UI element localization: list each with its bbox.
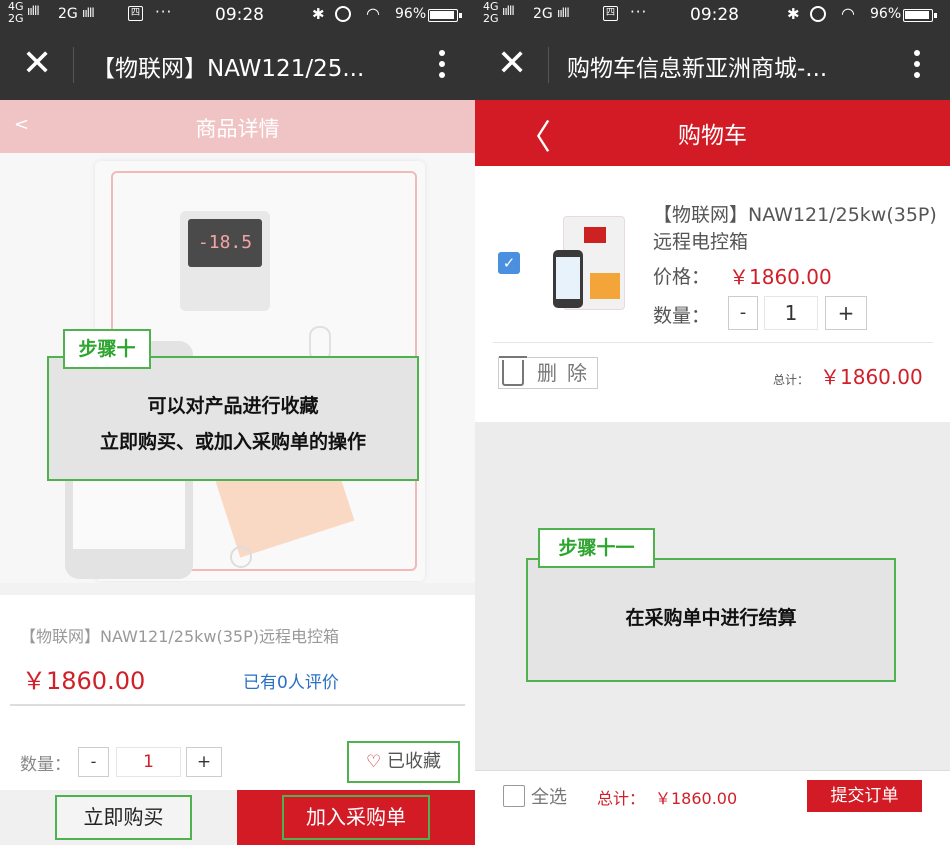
trash-icon xyxy=(499,356,527,386)
info-divider xyxy=(10,704,465,706)
footer-total-label: 总计： xyxy=(597,789,646,808)
app-bar: ✕ 【物联网】NAW121/25... xyxy=(0,30,475,100)
quantity-minus-button[interactable]: - xyxy=(78,747,109,777)
message-icon: 四 xyxy=(128,6,143,21)
app-bar: ✕ 购物车信息新亚洲商城-... xyxy=(475,30,950,100)
section-divider xyxy=(0,583,475,595)
more-icon[interactable] xyxy=(914,50,920,83)
cart-screen: 4G 2G ıılll 2G ıılll 四 ··· 09:28 ✱ ◠ 96% … xyxy=(475,0,950,845)
page-title: 购物车 xyxy=(678,123,747,149)
quantity-plus-button[interactable]: + xyxy=(825,296,867,330)
select-all-checkbox[interactable] xyxy=(503,785,525,807)
cart-item-name[interactable]: 【物联网】NAW121/25kw(35P)远程电控箱 xyxy=(653,202,943,256)
quantity-minus-button[interactable]: - xyxy=(728,296,758,330)
buy-now-button[interactable]: 立即购买 xyxy=(55,795,192,840)
alarm-icon xyxy=(335,6,351,22)
quantity-label: 数量： xyxy=(20,755,71,775)
battery-percent: 96% xyxy=(870,6,902,22)
cart-item: ✓ 【物联网】NAW121/25kw(35P)远程电控箱 价格： ￥1860.0… xyxy=(475,166,950,422)
delete-button[interactable]: 删除 xyxy=(498,356,598,389)
step-10-tag: 步骤十 xyxy=(63,329,151,369)
delete-label: 删除 xyxy=(537,361,597,385)
signal-icon-2: ıılll xyxy=(82,6,95,20)
status-time: 09:28 xyxy=(690,5,739,25)
quantity-input[interactable]: 1 xyxy=(116,747,181,777)
network-type: 4G 2G xyxy=(483,0,499,25)
item-checkbox[interactable]: ✓ xyxy=(498,252,520,274)
product-detail-screen: 4G 2G ıılll 2G ıılll 四 ··· 09:28 ✱ ◠ 96% … xyxy=(0,0,475,845)
quantity-input[interactable]: 1 xyxy=(764,296,818,330)
price-label: 价格： xyxy=(653,266,711,288)
page-title: 商品详情 xyxy=(195,117,280,141)
product-name: 【物联网】NAW121/25kw(35P)远程电控箱 xyxy=(20,627,339,646)
network-type-2: 2G xyxy=(533,6,553,22)
battery-percent: 96% xyxy=(395,6,427,22)
battery-icon xyxy=(903,9,937,22)
select-all-label[interactable]: 全选 xyxy=(531,783,567,809)
status-bar: 4G 2G ıılll 2G ıılll 四 ··· 09:28 ✱ ◠ 96% xyxy=(475,0,950,30)
divider xyxy=(73,47,74,83)
cart-header: 〈 购物车 xyxy=(475,100,950,166)
network-type-2: 2G xyxy=(58,6,78,22)
network-type: 4G 2G xyxy=(8,0,24,25)
close-icon[interactable]: ✕ xyxy=(22,44,52,84)
signal-icon: ıılll xyxy=(502,4,515,18)
step-10-box: 可以对产品进行收藏 立即购买、或加入采购单的操作 xyxy=(47,356,419,481)
favorite-label: 已收藏 xyxy=(386,751,441,772)
close-icon[interactable]: ✕ xyxy=(497,44,527,84)
cart-footer: 全选 总计： ￥1860.00 提交订单 xyxy=(475,770,950,845)
battery-icon xyxy=(428,9,462,22)
bluetooth-icon: ✱ xyxy=(312,5,325,23)
signal-icon: ıılll xyxy=(27,4,40,18)
alarm-icon xyxy=(810,6,826,22)
bluetooth-icon: ✱ xyxy=(787,5,800,23)
item-total-label: 总计： xyxy=(773,373,810,387)
signal-icon-2: ıılll xyxy=(557,6,570,20)
heart-icon: ♡ xyxy=(366,752,382,772)
cabinet-display: -18.5 xyxy=(180,211,270,311)
product-thumbnail[interactable] xyxy=(547,214,632,314)
status-bar: 4G 2G ıılll 2G ıılll 四 ··· 09:28 ✱ ◠ 96% xyxy=(0,0,475,30)
item-divider xyxy=(493,342,933,343)
quantity-plus-button[interactable]: + xyxy=(186,747,222,777)
app-title: 购物车信息新亚洲商城-... xyxy=(567,56,828,82)
review-count-link[interactable]: 已有0人评价 xyxy=(243,668,339,693)
step-11-box: 在采购单中进行结算 xyxy=(526,558,896,682)
more-notifications-icon: ··· xyxy=(155,3,173,21)
submit-order-button[interactable]: 提交订单 xyxy=(807,780,922,812)
more-icon[interactable] xyxy=(439,50,445,83)
message-icon: 四 xyxy=(603,6,618,21)
step-11-text: 在采购单中进行结算 xyxy=(625,607,797,629)
step-10-line2: 立即购买、或加入采购单的操作 xyxy=(99,431,366,453)
product-price: ￥1860.00 xyxy=(22,667,146,695)
step-10-line1: 可以对产品进行收藏 xyxy=(147,395,319,417)
cabinet-knob xyxy=(230,546,252,568)
divider xyxy=(548,47,549,83)
app-title: 【物联网】NAW121/25... xyxy=(92,56,365,82)
more-notifications-icon: ··· xyxy=(630,3,648,21)
cart-item-price: ￥1860.00 xyxy=(729,265,832,289)
item-total: ￥1860.00 xyxy=(820,365,923,389)
lcd-readout: -18.5 xyxy=(188,219,262,267)
step-11-tag: 步骤十一 xyxy=(538,528,655,568)
wifi-icon: ◠ xyxy=(366,4,380,23)
add-to-purchase-order-button[interactable]: 加入采购单 xyxy=(282,795,430,840)
footer-total: ￥1860.00 xyxy=(655,789,738,808)
favorite-button[interactable]: ♡ 已收藏 xyxy=(347,741,460,783)
quantity-label: 数量： xyxy=(653,305,711,327)
status-time: 09:28 xyxy=(215,5,264,25)
detail-header: < 商品详情 xyxy=(0,100,475,153)
wifi-icon: ◠ xyxy=(841,4,855,23)
